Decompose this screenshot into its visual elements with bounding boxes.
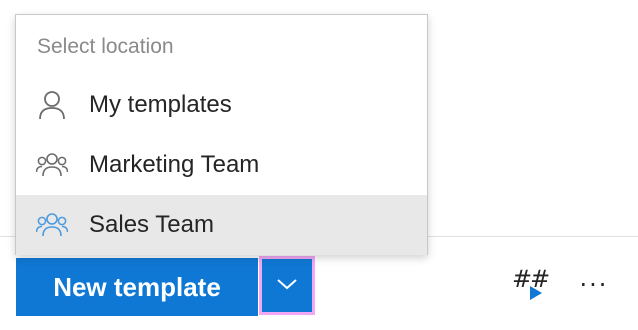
people-icon xyxy=(35,210,69,240)
menu-header: Select location xyxy=(37,35,174,58)
more-icon: ··· xyxy=(579,271,609,299)
menu-item-label: Sales Team xyxy=(89,211,214,238)
new-template-dropdown-button[interactable] xyxy=(259,256,315,315)
insert-field-button[interactable]: ## xyxy=(508,264,550,306)
play-icon xyxy=(528,284,544,302)
menu-item-label: Marketing Team xyxy=(89,151,260,178)
menu-item-my-templates[interactable]: My templates xyxy=(16,75,427,135)
person-icon xyxy=(36,90,68,120)
page: Select location My templates Marketing T… xyxy=(0,0,638,330)
menu-item-label: My templates xyxy=(89,91,232,118)
menu-item-sales-team[interactable]: Sales Team xyxy=(16,195,427,255)
chevron-down-icon xyxy=(276,277,298,294)
more-options-button[interactable]: ··· xyxy=(574,268,614,302)
people-icon xyxy=(35,150,69,180)
select-location-menu: Select location My templates Marketing T… xyxy=(15,14,428,255)
menu-item-marketing-team[interactable]: Marketing Team xyxy=(16,135,427,195)
new-template-button[interactable]: New template xyxy=(16,258,258,316)
